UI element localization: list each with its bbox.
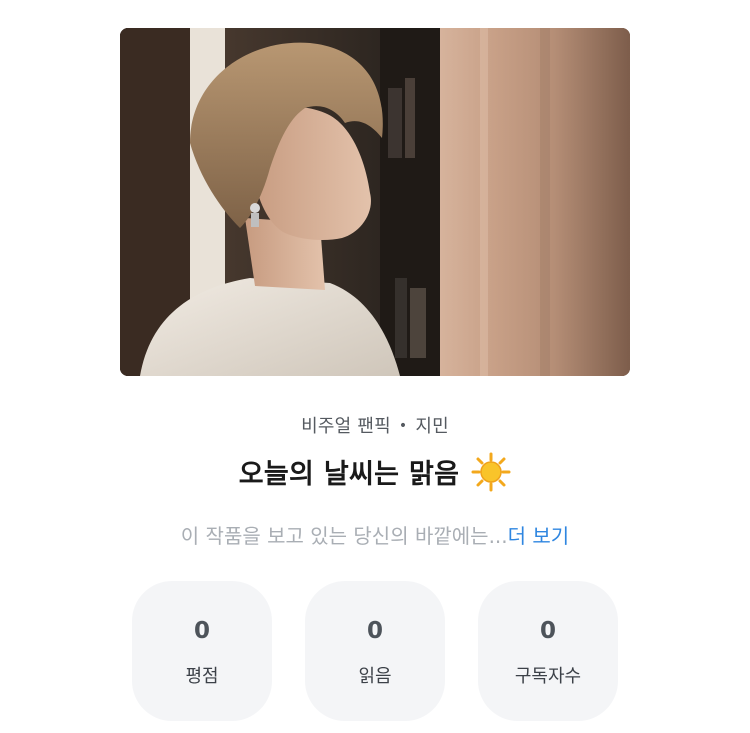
description-preview: 이 작품을 보고 있는 당신의 바깥에는...더 보기 (0, 520, 750, 549)
sun-emoji-icon (471, 452, 511, 492)
work-title: 오늘의 날씨는 맑음 (0, 452, 750, 492)
category-label: 비주얼 팬픽 (301, 416, 391, 437)
character-label: 지민 (415, 416, 449, 437)
description-text: 이 작품을 보고 있는 당신의 바깥에는... (180, 524, 508, 548)
stat-subscribers-label: 구독자수 (514, 666, 582, 687)
stat-subscribers-value: 0 (539, 618, 556, 644)
show-more-link[interactable]: 더 보기 (508, 524, 570, 548)
stat-rating[interactable]: 0 평점 (132, 581, 272, 721)
work-title-text: 오늘의 날씨는 맑음 (238, 459, 460, 490)
stat-rating-label: 평점 (185, 666, 219, 687)
stat-subscribers[interactable]: 0 구독자수 (478, 581, 618, 721)
stats-row: 0 평점 0 읽음 0 구독자수 (132, 581, 618, 721)
stat-reads-label: 읽음 (358, 666, 392, 687)
meta-separator: • (398, 418, 408, 434)
stat-reads[interactable]: 0 읽음 (305, 581, 445, 721)
cover-image (120, 28, 630, 376)
work-meta: 비주얼 팬픽 • 지민 (0, 412, 750, 438)
stat-rating-value: 0 (193, 618, 210, 644)
stat-reads-value: 0 (366, 618, 383, 644)
